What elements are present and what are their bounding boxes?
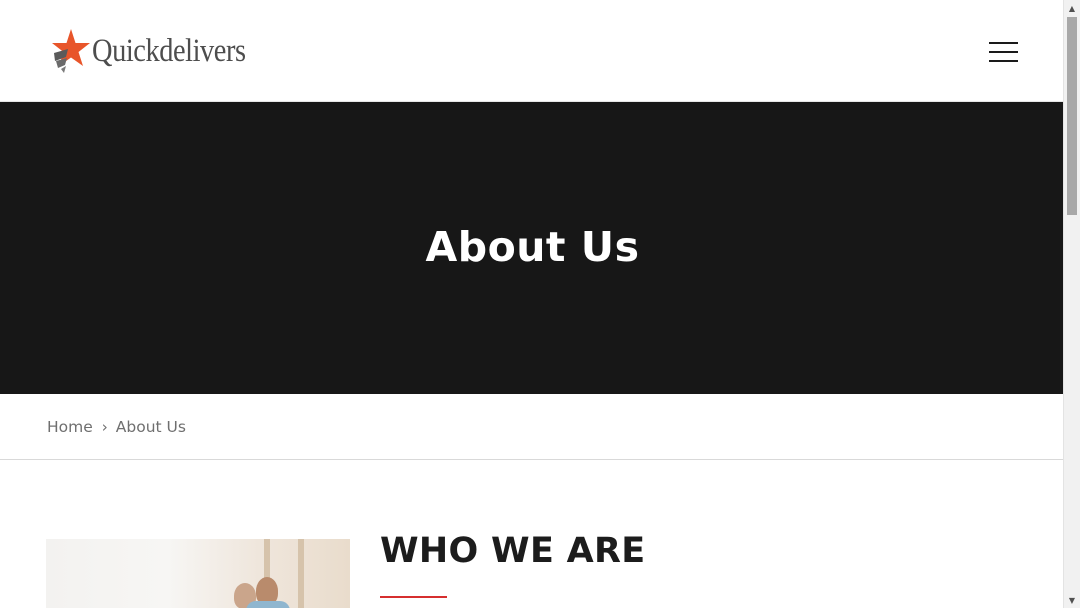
page-viewport: Quickdelivers About Us Home › About Us W… (0, 0, 1063, 608)
scroll-up-icon[interactable]: ▲ (1064, 0, 1080, 16)
scrollbar-thumb[interactable] (1067, 17, 1077, 215)
page-title: About Us (425, 223, 640, 271)
logo-wordmark: Quickdelivers (92, 32, 246, 69)
site-logo[interactable]: Quickdelivers (52, 27, 271, 75)
site-header: Quickdelivers (0, 0, 1063, 102)
vertical-scrollbar[interactable]: ▲ ▼ (1063, 0, 1080, 608)
hamburger-menu-icon (989, 42, 1018, 44)
page-hero-banner: About Us (0, 102, 1063, 394)
heading-accent-rule (380, 596, 447, 598)
breadcrumb-current: About Us (115, 417, 186, 436)
star-logo-icon (52, 29, 90, 73)
breadcrumb-home-link[interactable]: Home (47, 418, 93, 436)
chevron-right-icon: › (101, 417, 108, 436)
team-photo (46, 539, 350, 608)
scroll-down-icon[interactable]: ▼ (1064, 592, 1080, 608)
breadcrumb: Home › About Us (0, 394, 1063, 460)
section-heading: WHO WE ARE (380, 531, 646, 571)
hamburger-menu-button[interactable] (985, 36, 1021, 68)
